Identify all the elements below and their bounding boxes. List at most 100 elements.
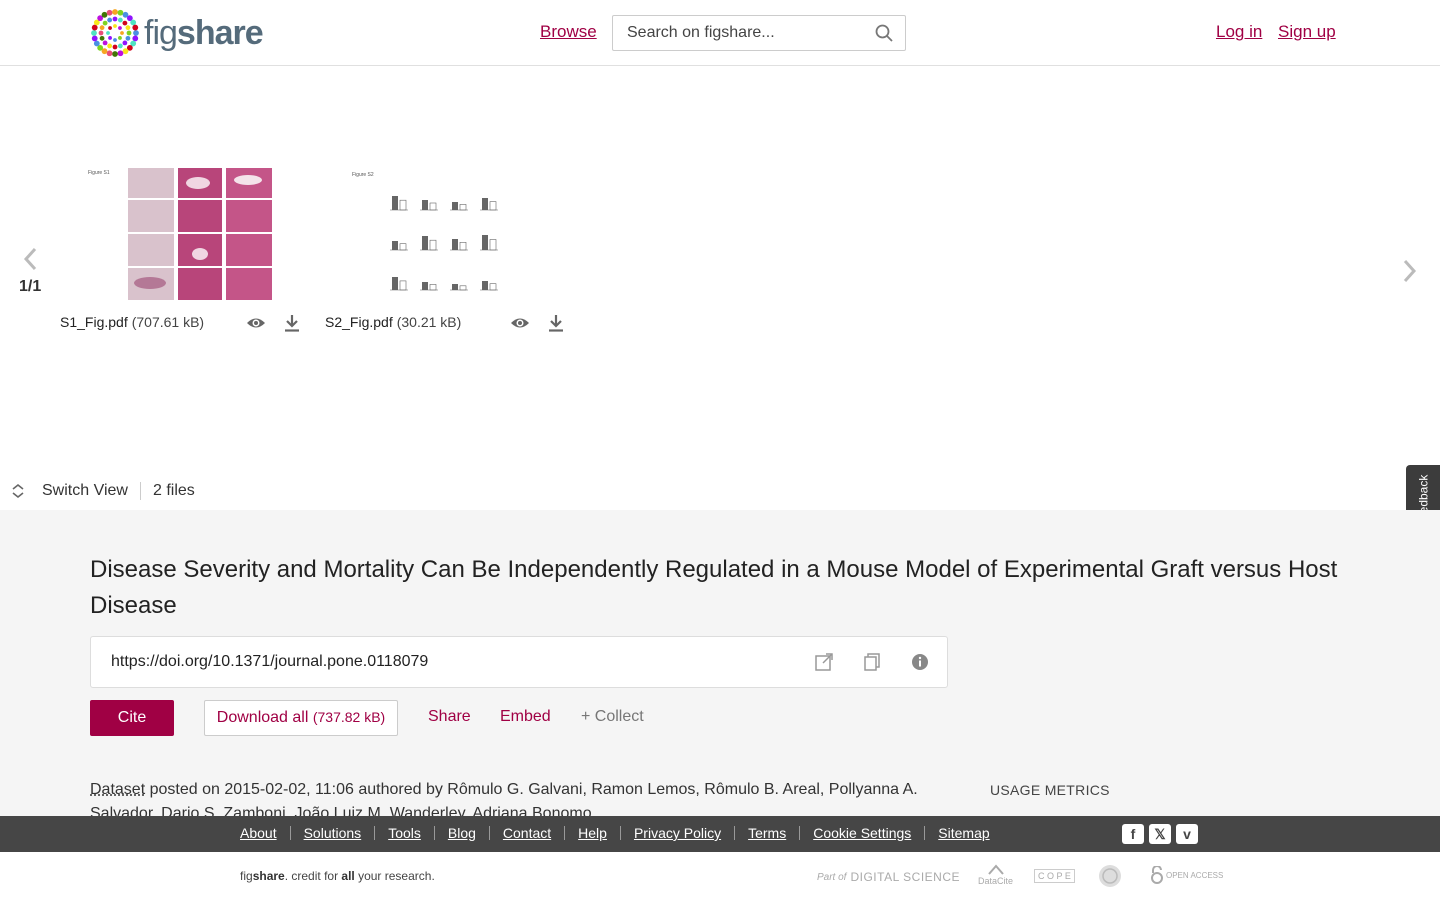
logo-dot bbox=[117, 17, 123, 23]
footer-link-about[interactable]: About bbox=[240, 825, 277, 841]
eye-icon[interactable] bbox=[510, 314, 530, 332]
logo-dot bbox=[118, 26, 122, 30]
figshare-logo-icon bbox=[91, 9, 139, 57]
datacite-icon bbox=[987, 864, 1004, 875]
cope-logo[interactable]: C O P E bbox=[1034, 869, 1075, 883]
footer-link-terms[interactable]: Terms bbox=[748, 825, 786, 841]
thumbnail-bar bbox=[482, 281, 488, 290]
footer-link-sitemap[interactable]: Sitemap bbox=[938, 825, 989, 841]
logo-dot bbox=[112, 16, 118, 22]
footer-link-solutions[interactable]: Solutions bbox=[304, 825, 362, 841]
footer-link-tools[interactable]: Tools bbox=[388, 825, 421, 841]
search-icon[interactable] bbox=[875, 24, 893, 42]
footer-link-help[interactable]: Help bbox=[578, 825, 607, 841]
logo-dot bbox=[122, 40, 128, 46]
logo-dot bbox=[125, 25, 131, 31]
x-twitter-icon[interactable]: 𝕏 bbox=[1149, 824, 1171, 844]
facebook-icon[interactable]: f bbox=[1122, 824, 1144, 844]
footer-link-privacy-policy[interactable]: Privacy Policy bbox=[634, 825, 721, 841]
logo-dot bbox=[108, 26, 112, 30]
thumbnail-bar bbox=[482, 198, 488, 210]
thumbnail-bar bbox=[482, 235, 488, 250]
footer-divider bbox=[564, 826, 566, 840]
file-count: 2 files bbox=[152, 482, 195, 499]
footer-link-blog[interactable]: Blog bbox=[448, 825, 476, 841]
expand-collapse-icon[interactable] bbox=[10, 483, 26, 499]
thumbnail-caption: Figure S2 bbox=[352, 172, 374, 178]
logo-dot bbox=[101, 11, 108, 18]
signup-link[interactable]: Sign up bbox=[1278, 22, 1336, 42]
collect-button[interactable]: + Collect bbox=[581, 708, 644, 726]
footer-divider bbox=[799, 826, 801, 840]
logo-dot bbox=[122, 20, 128, 26]
copy-icon[interactable] bbox=[862, 652, 882, 672]
divider bbox=[139, 482, 141, 500]
page-counter: 1/1 bbox=[19, 278, 42, 295]
chevron-left-icon[interactable] bbox=[20, 246, 42, 272]
external-link-icon[interactable] bbox=[814, 652, 834, 672]
thumbnail-bar bbox=[489, 239, 497, 251]
embed-button[interactable]: Embed bbox=[500, 708, 551, 726]
login-link[interactable]: Log in bbox=[1216, 22, 1262, 42]
badge-seal-icon[interactable] bbox=[1098, 864, 1122, 888]
datacite-logo[interactable]: DataCite bbox=[978, 864, 1013, 886]
logo-dot bbox=[120, 31, 124, 35]
logo-dot bbox=[132, 24, 139, 31]
thumbnail-bar bbox=[392, 241, 398, 250]
item-title: Disease Severity and Mortality Can Be In… bbox=[90, 556, 1338, 619]
info-icon[interactable] bbox=[910, 652, 930, 672]
logo-dot bbox=[102, 20, 108, 26]
thumbnail-bar bbox=[422, 200, 428, 210]
doi-link[interactable]: https://doi.org/10.1371/journal.pone.011… bbox=[111, 653, 428, 671]
logo-dot bbox=[112, 9, 118, 15]
thumbnail-bar bbox=[422, 236, 428, 250]
logo-dot bbox=[126, 30, 132, 36]
vimeo-icon[interactable]: v bbox=[1176, 824, 1198, 844]
search-box[interactable] bbox=[612, 15, 906, 51]
logo-wordmark: figshare bbox=[144, 13, 264, 52]
download-icon[interactable] bbox=[282, 314, 302, 332]
logo-dot bbox=[118, 36, 122, 40]
logo-dot bbox=[107, 17, 113, 23]
thumbnail-caption: Figure S1 bbox=[88, 170, 110, 176]
thumbnail-bar bbox=[452, 284, 458, 290]
footer-link-cookie-settings[interactable]: Cookie Settings bbox=[813, 825, 911, 841]
file-thumbnail-s1[interactable]: Figure S1 bbox=[88, 168, 274, 300]
chevron-right-icon[interactable] bbox=[1400, 258, 1420, 284]
logo-dot bbox=[99, 25, 105, 31]
logo-dot bbox=[91, 24, 98, 31]
cite-button[interactable]: Cite bbox=[90, 700, 174, 736]
open-access-logo[interactable]: OPEN ACCESS bbox=[1150, 866, 1223, 884]
thumbnail-bar bbox=[392, 277, 398, 290]
footer-divider bbox=[734, 826, 736, 840]
file-thumbnail-s2[interactable]: Figure S2 bbox=[352, 170, 522, 300]
footer-bottom: figshare. credit for all your research. … bbox=[0, 852, 1440, 900]
logo-dot bbox=[112, 44, 118, 50]
logo-dot bbox=[91, 30, 97, 36]
figshare-logo[interactable]: figshare bbox=[90, 8, 264, 58]
digital-science-logo[interactable]: Part of DIGITAL SCIENCE bbox=[817, 870, 960, 884]
footer-tagline: figshare. credit for all your research. bbox=[240, 869, 435, 883]
thumbnail-bar bbox=[429, 239, 437, 251]
logo-dot bbox=[106, 50, 113, 57]
thumbnail-bar bbox=[459, 242, 467, 251]
logo-dot bbox=[117, 50, 124, 57]
eye-icon[interactable] bbox=[246, 314, 266, 332]
download-icon[interactable] bbox=[546, 314, 566, 332]
logo-dot bbox=[102, 40, 108, 46]
search-input[interactable] bbox=[627, 24, 875, 42]
thumbnail-bar bbox=[452, 202, 458, 210]
item-type-link[interactable]: Dataset bbox=[90, 781, 145, 798]
logo-dot bbox=[117, 9, 124, 16]
logo-dot bbox=[133, 30, 139, 36]
browse-link[interactable]: Browse bbox=[540, 22, 597, 42]
share-button[interactable]: Share bbox=[428, 708, 471, 726]
footer-divider bbox=[488, 826, 490, 840]
logo-dot bbox=[98, 30, 104, 36]
download-all-button[interactable]: Download all (737.82 kB) bbox=[204, 700, 398, 736]
switch-view-button[interactable]: Switch View bbox=[42, 482, 128, 500]
footer-link-contact[interactable]: Contact bbox=[503, 825, 551, 841]
file-name-s2: S2_Fig.pdf (30.21 kB) bbox=[325, 314, 462, 330]
open-access-lock-icon bbox=[1151, 866, 1163, 884]
thumbnail-bar bbox=[489, 201, 497, 211]
